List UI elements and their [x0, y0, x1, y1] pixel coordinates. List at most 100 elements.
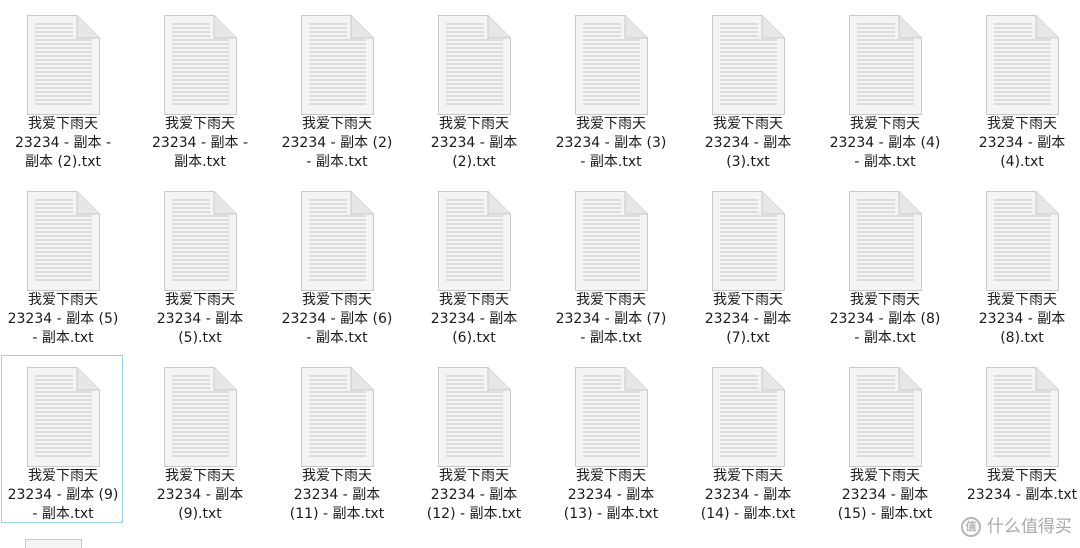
site-watermark: 值 什么值得买 — [961, 516, 1072, 538]
file-name-label: 我爱下雨天 23234 - 副本 (7).txt — [687, 291, 809, 348]
file-item[interactable]: 我爱下雨天 23234 - 副本 (2) - 副本.txt — [275, 3, 397, 171]
file-name-line: 副本.txt — [174, 154, 226, 170]
file-item[interactable]: 我爱下雨天 23234 - 副本 (3).txt — [686, 3, 808, 171]
file-name-line: 我爱下雨天 — [302, 468, 372, 484]
file-name-line: 23234 - 副本 - — [152, 135, 248, 151]
file-name-line: 我爱下雨天 — [576, 116, 646, 132]
file-item[interactable]: 我爱下雨天 23234 - 副本 - 副本.txt — [138, 3, 260, 171]
file-item[interactable]: 我爱下雨天 23234 - 副本 (8).txt — [960, 179, 1080, 347]
file-name-line: 我爱下雨天 — [165, 292, 235, 308]
partial-file-icon[interactable] — [24, 538, 84, 548]
file-name-line: 23234 - 副本 (5) — [7, 311, 119, 327]
file-item[interactable]: 我爱下雨天 23234 - 副本 (5) - 副本.txt — [1, 179, 123, 347]
text-document-icon — [25, 366, 101, 468]
file-item[interactable]: 我爱下雨天 23234 - 副本 (7).txt — [686, 179, 808, 347]
file-name-label: 我爱下雨天 23234 - 副本 (3) - 副本.txt — [550, 115, 672, 172]
text-document-icon — [984, 190, 1060, 292]
file-name-line: 我爱下雨天 — [439, 116, 509, 132]
file-name-line: 23234 - 副本 (2) — [281, 135, 393, 151]
file-name-line: 我爱下雨天 — [165, 468, 235, 484]
text-document-icon — [436, 190, 512, 292]
file-name-line: 我爱下雨天 — [850, 468, 920, 484]
text-document-icon — [573, 366, 649, 468]
file-name-line: (15) - 副本.txt — [837, 506, 933, 522]
watermark-badge-icon: 值 — [961, 517, 981, 537]
file-name-line: - 副本.txt — [32, 506, 94, 522]
text-document-icon — [436, 14, 512, 116]
file-name-line: 我爱下雨天 — [302, 292, 372, 308]
file-name-line: (12) - 副本.txt — [426, 506, 522, 522]
file-name-line: - 副本.txt — [854, 330, 916, 346]
file-name-line: 我爱下雨天 — [713, 292, 783, 308]
file-name-line: - 副本.txt — [306, 330, 368, 346]
file-name-label: 我爱下雨天 23234 - 副本 (11) - 副本.txt — [276, 467, 398, 524]
file-name-line: 我爱下雨天 — [987, 468, 1057, 484]
file-name-label: 我爱下雨天 23234 - 副本 (4) - 副本.txt — [824, 115, 946, 172]
file-item[interactable]: 我爱下雨天 23234 - 副本 - 副本 (2).txt — [1, 3, 123, 171]
file-name-label: 我爱下雨天 23234 - 副本 (6) - 副本.txt — [276, 291, 398, 348]
file-name-label: 我爱下雨天 23234 - 副本 (14) - 副本.txt — [687, 467, 809, 524]
file-item[interactable]: 我爱下雨天 23234 - 副本 (6) - 副本.txt — [275, 179, 397, 347]
file-name-line: 23234 - 副本 — [978, 135, 1066, 151]
text-document-icon — [847, 366, 923, 468]
file-item[interactable]: 我爱下雨天 23234 - 副本 (5).txt — [138, 179, 260, 347]
file-name-line: 我爱下雨天 — [439, 468, 509, 484]
file-name-line: 23234 - 副本 (8) — [829, 311, 941, 327]
file-item[interactable]: 我爱下雨天 23234 - 副本 (9).txt — [138, 355, 260, 523]
file-name-line: 23234 - 副本 — [704, 487, 792, 503]
file-name-line: 23234 - 副本 — [156, 487, 244, 503]
text-document-icon — [299, 366, 375, 468]
file-name-line: 副本 (2).txt — [25, 154, 101, 170]
text-document-icon — [984, 14, 1060, 116]
file-item[interactable]: 我爱下雨天 23234 - 副本 (15) - 副本.txt — [823, 355, 945, 523]
file-item[interactable]: 我爱下雨天 23234 - 副本.txt — [960, 355, 1080, 523]
file-name-line: 23234 - 副本 — [978, 311, 1066, 327]
file-name-label: 我爱下雨天 23234 - 副本 (8) - 副本.txt — [824, 291, 946, 348]
text-document-icon — [710, 366, 786, 468]
file-item[interactable]: 我爱下雨天 23234 - 副本 (8) - 副本.txt — [823, 179, 945, 347]
file-item[interactable]: 我爱下雨天 23234 - 副本 (6).txt — [412, 179, 534, 347]
file-name-line: 我爱下雨天 — [850, 292, 920, 308]
file-item[interactable]: 我爱下雨天 23234 - 副本 (9) - 副本.txt — [1, 355, 123, 523]
file-name-line: 我爱下雨天 — [713, 116, 783, 132]
file-name-line: 我爱下雨天 — [28, 292, 98, 308]
text-document-icon — [299, 14, 375, 116]
file-name-label: 我爱下雨天 23234 - 副本 (3).txt — [687, 115, 809, 172]
file-item[interactable]: 我爱下雨天 23234 - 副本 (4) - 副本.txt — [823, 3, 945, 171]
file-name-line: 23234 - 副本 — [704, 311, 792, 327]
file-item[interactable]: 我爱下雨天 23234 - 副本 (3) - 副本.txt — [549, 3, 671, 171]
file-item[interactable]: 我爱下雨天 23234 - 副本 (14) - 副本.txt — [686, 355, 808, 523]
text-document-icon — [436, 366, 512, 468]
file-name-label: 我爱下雨天 23234 - 副本 (12) - 副本.txt — [413, 467, 535, 524]
text-document-icon — [162, 190, 238, 292]
file-item[interactable]: 我爱下雨天 23234 - 副本 (2).txt — [412, 3, 534, 171]
file-name-line: (3).txt — [726, 154, 770, 170]
file-item[interactable]: 我爱下雨天 23234 - 副本 (7) - 副本.txt — [549, 179, 671, 347]
text-document-icon — [299, 190, 375, 292]
file-name-line: 我爱下雨天 — [987, 292, 1057, 308]
file-item[interactable]: 我爱下雨天 23234 - 副本 (11) - 副本.txt — [275, 355, 397, 523]
file-name-line: - 副本.txt — [306, 154, 368, 170]
file-name-line: 23234 - 副本 (4) — [829, 135, 941, 151]
file-name-line: - 副本.txt — [580, 154, 642, 170]
file-name-line: 23234 - 副本 — [430, 487, 518, 503]
file-name-line: (4).txt — [1000, 154, 1044, 170]
file-name-line: 我爱下雨天 — [28, 468, 98, 484]
file-name-line: 我爱下雨天 — [302, 116, 372, 132]
text-document-icon — [573, 190, 649, 292]
text-document-icon — [25, 14, 101, 116]
file-name-line: 23234 - 副本.txt — [966, 487, 1078, 503]
file-name-line: 我爱下雨天 — [987, 116, 1057, 132]
file-item[interactable]: 我爱下雨天 23234 - 副本 (13) - 副本.txt — [549, 355, 671, 523]
file-name-line: 23234 - 副本 (3) — [555, 135, 667, 151]
file-name-label: 我爱下雨天 23234 - 副本 (5) - 副本.txt — [2, 291, 124, 348]
file-name-line: 我爱下雨天 — [713, 468, 783, 484]
file-name-line: 23234 - 副本 — [841, 487, 929, 503]
file-name-line: 23234 - 副本 — [704, 135, 792, 151]
file-name-line: (8).txt — [1000, 330, 1044, 346]
file-name-label: 我爱下雨天 23234 - 副本 (2).txt — [413, 115, 535, 172]
file-name-line: 23234 - 副本 — [567, 487, 655, 503]
file-name-line: (11) - 副本.txt — [289, 506, 385, 522]
file-item[interactable]: 我爱下雨天 23234 - 副本 (4).txt — [960, 3, 1080, 171]
file-item[interactable]: 我爱下雨天 23234 - 副本 (12) - 副本.txt — [412, 355, 534, 523]
